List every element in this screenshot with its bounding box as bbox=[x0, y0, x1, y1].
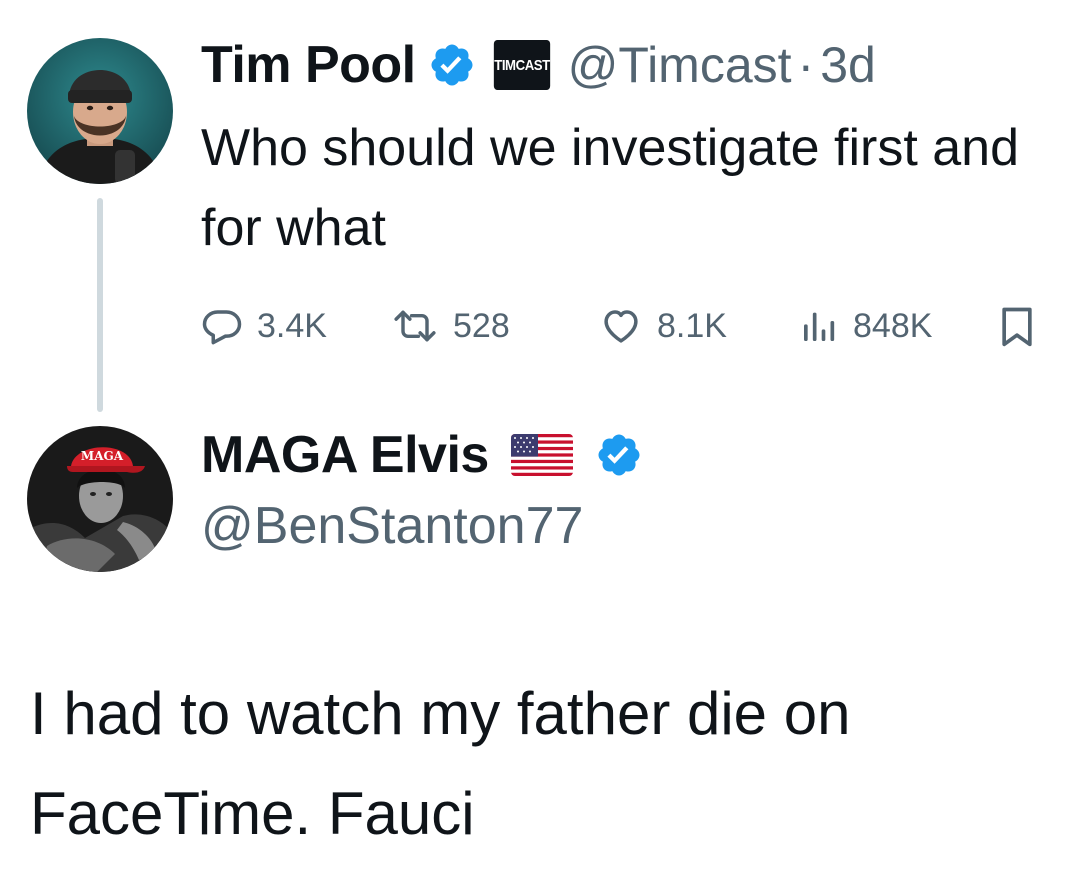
avatar-maga-elvis-image: MAGA bbox=[27, 426, 173, 572]
avatar[interactable] bbox=[27, 38, 173, 184]
handle[interactable]: @Timcast bbox=[568, 36, 792, 94]
views-count: 848K bbox=[853, 306, 933, 345]
us-flag-icon bbox=[510, 434, 573, 476]
retweet-button[interactable]: 528 bbox=[391, 296, 510, 356]
timestamp[interactable]: 3d bbox=[820, 36, 876, 94]
like-button[interactable]: 8.1K bbox=[599, 296, 727, 356]
heart-icon bbox=[604, 310, 638, 343]
verified-checkmark-icon[interactable] bbox=[595, 431, 643, 479]
display-name[interactable]: MAGA Elvis bbox=[201, 425, 489, 485]
avatar-tim-pool-image bbox=[27, 38, 173, 184]
bar-chart-icon bbox=[804, 312, 835, 341]
affiliate-badge[interactable]: TIMCAST bbox=[493, 40, 550, 90]
speech-bubble-icon bbox=[202, 310, 242, 345]
verified-checkmark-icon[interactable] bbox=[428, 41, 476, 89]
tweet-header: MAGA Elvis bbox=[201, 420, 643, 490]
retweet-arrows-icon bbox=[394, 310, 436, 342]
avatar[interactable]: MAGA bbox=[27, 426, 173, 572]
tweet-actions: 3.4K 528 8.1K 848K bbox=[201, 296, 1051, 356]
tweet-header: Tim Pool TIMCAST @Timcast · 3d bbox=[201, 30, 876, 100]
retweet-count: 528 bbox=[453, 306, 510, 345]
hat-text: MAGA bbox=[81, 449, 124, 463]
reply-text: I had to watch my father die on FaceTime… bbox=[30, 680, 851, 847]
views-button[interactable]: 848K bbox=[799, 296, 932, 356]
reply-button[interactable]: 3.4K bbox=[201, 296, 327, 356]
handle[interactable]: @BenStanton77 bbox=[201, 496, 583, 556]
thread-connector-line bbox=[97, 198, 103, 412]
like-count: 8.1K bbox=[657, 306, 727, 345]
bookmark-button[interactable] bbox=[997, 296, 1051, 356]
bookmark-icon bbox=[1002, 307, 1032, 347]
reply-count: 3.4K bbox=[257, 306, 327, 345]
tweet-text: Who should we investigate first and for … bbox=[201, 119, 1019, 257]
separator-dot: · bbox=[797, 37, 815, 93]
display-name[interactable]: Tim Pool bbox=[201, 35, 416, 95]
